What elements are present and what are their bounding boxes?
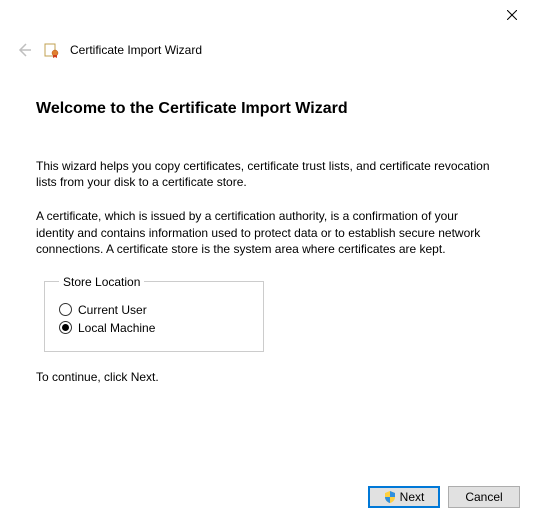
certificate-icon [44,42,60,58]
titlebar [0,0,534,30]
radio-icon [59,321,72,334]
store-location-legend: Store Location [59,275,144,289]
radio-current-user[interactable]: Current User [59,303,249,317]
button-bar: Next Cancel [368,486,520,508]
cancel-button[interactable]: Cancel [448,486,520,508]
explanation-paragraph: A certificate, which is issued by a cert… [36,208,498,257]
window-title: Certificate Import Wizard [70,43,202,57]
store-location-group: Store Location Current User Local Machin… [44,275,264,352]
radio-local-machine[interactable]: Local Machine [59,321,249,335]
continue-hint: To continue, click Next. [36,370,498,384]
wizard-content: Welcome to the Certificate Import Wizard… [0,70,534,384]
back-arrow-icon [16,42,32,58]
back-button[interactable] [14,40,34,60]
close-button[interactable] [489,0,534,30]
radio-icon [59,303,72,316]
close-icon [507,10,517,20]
cancel-button-label: Cancel [465,490,502,504]
welcome-heading: Welcome to the Certificate Import Wizard [36,100,498,118]
next-button[interactable]: Next [368,486,440,508]
next-button-label: Next [400,490,425,504]
intro-paragraph: This wizard helps you copy certificates,… [36,158,498,190]
uac-shield-icon [384,491,396,503]
radio-label-local-machine: Local Machine [78,321,155,335]
radio-label-current-user: Current User [78,303,147,317]
wizard-header: Certificate Import Wizard [0,30,534,70]
